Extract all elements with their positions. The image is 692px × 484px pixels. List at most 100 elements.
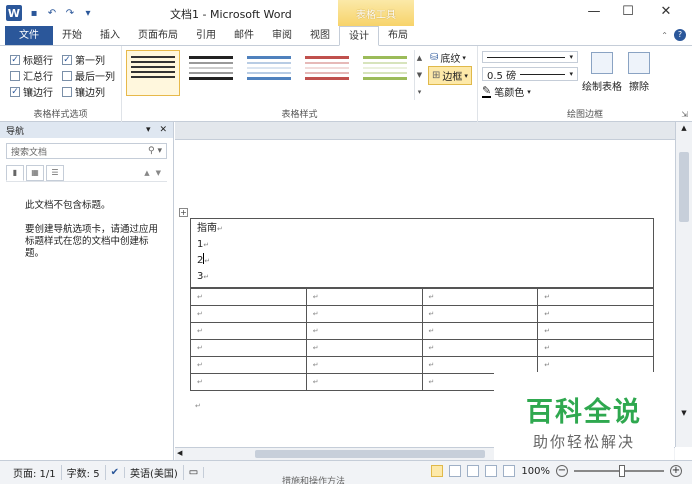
nav-search-input[interactable]: 搜索文档 <box>11 145 47 158</box>
table-cell[interactable]: ↵ <box>305 288 423 306</box>
nav-arrows[interactable]: ▲▼ <box>144 169 167 177</box>
tab-references[interactable]: 引用 <box>187 26 225 45</box>
vertical-scroll-thumb[interactable] <box>679 152 689 222</box>
table-style-blue[interactable] <box>242 50 296 96</box>
shading-button[interactable]: ⛁ 底纹 ▾ <box>430 50 466 65</box>
paragraph-mark-icon: ↵ <box>217 225 223 233</box>
table-cell[interactable]: ↵ <box>421 322 539 340</box>
table-cell[interactable]: ↵ <box>190 288 307 306</box>
full-screen-reading-view-icon[interactable] <box>449 465 462 477</box>
macro-record-icon[interactable]: ▭ <box>184 467 205 478</box>
scroll-down-icon[interactable]: ▼ <box>676 409 692 417</box>
dialog-launcher-icon[interactable]: ⇲ <box>681 110 688 119</box>
headings-tab-icon[interactable]: ▮ <box>6 164 24 181</box>
eraser-button[interactable]: 擦除 <box>628 52 650 93</box>
language-indicator[interactable]: 英语(美国) <box>125 465 184 480</box>
borders-button[interactable]: ⊞ 边框 ▾ <box>428 66 472 85</box>
gallery-more-icon[interactable]: ▾ <box>415 88 424 96</box>
nav-options-icon[interactable]: ▾ <box>146 125 151 135</box>
redo-icon[interactable]: ↷ <box>64 7 76 19</box>
table-cell[interactable]: ↵ <box>537 339 654 357</box>
undo-icon[interactable]: ↶ <box>46 7 58 19</box>
table-cell[interactable]: ↵ <box>190 373 307 391</box>
table-style-plain[interactable] <box>184 50 238 96</box>
table-cell[interactable]: ↵ <box>190 356 307 374</box>
table-cell[interactable]: ↵ <box>305 305 423 323</box>
pages-tab-icon[interactable]: ▦ <box>26 164 44 181</box>
horizontal-scroll-thumb[interactable] <box>255 450 485 458</box>
help-icon[interactable]: ? <box>674 29 686 41</box>
last-column-checkbox[interactable]: 最后一列 <box>62 68 115 83</box>
table-cell[interactable]: ↵ <box>190 322 307 340</box>
table-cell[interactable]: ↵ <box>421 288 539 306</box>
table-style-green[interactable] <box>358 50 412 96</box>
nav-close-icon[interactable]: ✕ <box>159 125 167 135</box>
zoom-slider-thumb[interactable] <box>619 465 625 477</box>
vertical-scrollbar[interactable]: ▲ ▼ <box>675 122 692 447</box>
page-count[interactable]: 页面: 1/1 <box>8 465 62 480</box>
word-logo-icon[interactable]: W <box>6 5 22 21</box>
gallery-scroll[interactable]: ▲ ▼ ▾ <box>414 50 424 100</box>
pen-style-dropdown[interactable]: ▾ <box>482 51 578 63</box>
gallery-up-icon[interactable]: ▲ <box>415 54 424 62</box>
outline-view-icon[interactable] <box>485 465 498 477</box>
table-cell[interactable]: ↵ <box>421 356 539 374</box>
table-cell[interactable]: ↵ <box>537 288 654 306</box>
tab-page-layout[interactable]: 页面布局 <box>129 26 187 45</box>
table-style-grid[interactable] <box>126 50 180 96</box>
proofing-icon[interactable]: ✔ <box>111 467 119 478</box>
zoom-level[interactable]: 100% <box>521 466 550 477</box>
pen-color-button[interactable]: ✎ 笔颜色 ▾ <box>482 84 531 99</box>
zoom-in-icon[interactable]: + <box>670 465 682 477</box>
status-bar: 页面: 1/1 字数: 5 ✔ 英语(美国) ▭ 100% − + <box>0 460 692 484</box>
table-cell[interactable]: ↵ <box>305 373 423 391</box>
pen-weight-dropdown[interactable]: 0.5 磅 ▾ <box>482 67 578 82</box>
gallery-down-icon[interactable]: ▼ <box>415 71 424 79</box>
table-cell[interactable]: ↵ <box>537 322 654 340</box>
table-cell[interactable]: ↵ <box>305 322 423 340</box>
first-column-checkbox[interactable]: ✓ 第一列 <box>62 52 105 67</box>
tab-view[interactable]: 视图 <box>301 26 339 45</box>
close-button[interactable]: ✕ <box>656 4 676 19</box>
table-cell[interactable]: ↵ <box>537 356 654 374</box>
tab-file[interactable]: 文件 <box>5 26 53 45</box>
zoom-slider[interactable] <box>574 465 664 477</box>
scroll-left-icon[interactable]: ◀ <box>177 449 182 457</box>
table-cell[interactable]: ↵ <box>305 356 423 374</box>
table-cell[interactable]: ↵ <box>421 305 539 323</box>
table-cell[interactable]: ↵ <box>190 305 307 323</box>
tab-review[interactable]: 审阅 <box>263 26 301 45</box>
tab-mailings[interactable]: 邮件 <box>225 26 263 45</box>
web-layout-view-icon[interactable] <box>467 465 480 477</box>
save-icon[interactable]: ▪ <box>28 7 40 19</box>
table-cell[interactable]: ↵ <box>305 339 423 357</box>
table-cell[interactable]: ↵ <box>537 305 654 323</box>
tab-layout[interactable]: 布局 <box>379 26 417 45</box>
minimize-button[interactable]: — <box>584 4 604 19</box>
banded-columns-checkbox[interactable]: 镶边列 <box>62 84 105 99</box>
total-row-checkbox[interactable]: 汇总行 <box>10 68 53 83</box>
draw-table-button[interactable]: 绘制表格 <box>582 52 622 93</box>
header-row-checkbox[interactable]: ✓ 标题行 <box>10 52 53 67</box>
print-layout-view-icon[interactable] <box>431 465 444 477</box>
table-style-red[interactable] <box>300 50 354 96</box>
draft-view-icon[interactable] <box>503 465 516 477</box>
nav-search-box[interactable]: 搜索文档 ⚲ ▾ <box>6 143 167 159</box>
table-move-handle-icon[interactable]: + <box>179 208 188 217</box>
table-cell[interactable]: ↵ <box>190 339 307 357</box>
merged-table-cell[interactable]: 指南↵ 1↵ 2↵ 3↵ <box>190 218 654 288</box>
tab-home[interactable]: 开始 <box>53 26 91 45</box>
checkbox-unchecked-icon <box>10 70 20 81</box>
minimize-ribbon-icon[interactable]: ⌃ <box>661 31 668 40</box>
banded-rows-checkbox[interactable]: ✓ 镶边行 <box>10 84 53 99</box>
customize-qat-icon[interactable]: ▾ <box>82 7 94 19</box>
results-tab-icon[interactable]: ☰ <box>46 164 64 181</box>
maximize-button[interactable]: ☐ <box>618 4 638 19</box>
search-icon[interactable]: ⚲ ▾ <box>148 146 162 156</box>
tab-design[interactable]: 设计 <box>339 26 379 46</box>
table-cell[interactable]: ↵ <box>421 339 539 357</box>
tab-insert[interactable]: 插入 <box>91 26 129 45</box>
word-count[interactable]: 字数: 5 <box>62 465 106 480</box>
zoom-out-icon[interactable]: − <box>556 465 568 477</box>
scroll-up-icon[interactable]: ▲ <box>676 124 692 132</box>
